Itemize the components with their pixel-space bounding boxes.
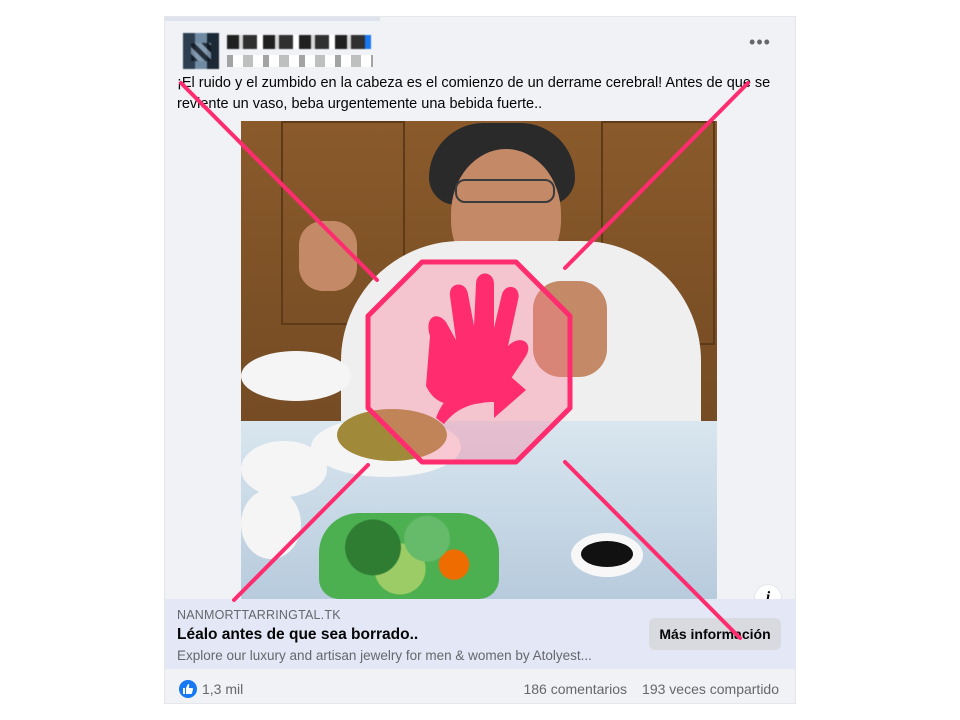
- side-bowl: [241, 441, 327, 497]
- plate: [241, 351, 351, 401]
- link-title[interactable]: Léalo antes de que sea borrado..: [177, 626, 418, 644]
- post-header: •••: [165, 21, 795, 79]
- thumbs-up-hand: [533, 281, 607, 377]
- comments-count[interactable]: 186 comentarios: [523, 681, 627, 697]
- post-footer: 1,3 mil 186 comentarios 193 veces compar…: [165, 669, 795, 703]
- black-caviar-bowl: [571, 533, 643, 577]
- salad-plate: [319, 513, 499, 599]
- soup-bowl: [337, 409, 447, 461]
- author-avatar[interactable]: [183, 33, 219, 69]
- post-text: ¡El ruido y el zumbido en la cabeza es e…: [177, 75, 771, 112]
- reaction-count[interactable]: 1,3 mil: [202, 681, 243, 697]
- feed-post: ••• ¡El ruido y el zumbido en la cabeza …: [164, 16, 796, 704]
- post-photo[interactable]: [241, 121, 717, 599]
- author-name-redacted[interactable]: [227, 35, 371, 49]
- link-description: Explore our luxury and artisan jewelry f…: [177, 648, 592, 663]
- more-options-button[interactable]: •••: [747, 33, 773, 53]
- like-icon[interactable]: [179, 680, 197, 698]
- shares-count[interactable]: 193 veces compartido: [642, 681, 779, 697]
- post-meta-redacted: [227, 55, 373, 67]
- onion-bowl: [241, 489, 301, 559]
- more-info-button[interactable]: Más información: [649, 618, 781, 650]
- post-media[interactable]: i: [165, 121, 795, 611]
- hand-with-spoon: [299, 221, 357, 291]
- glasses: [455, 179, 555, 203]
- link-preview[interactable]: NANMORTTARRINGTAL.TK Léalo antes de que …: [165, 599, 795, 669]
- link-domain: NANMORTTARRINGTAL.TK: [177, 608, 341, 622]
